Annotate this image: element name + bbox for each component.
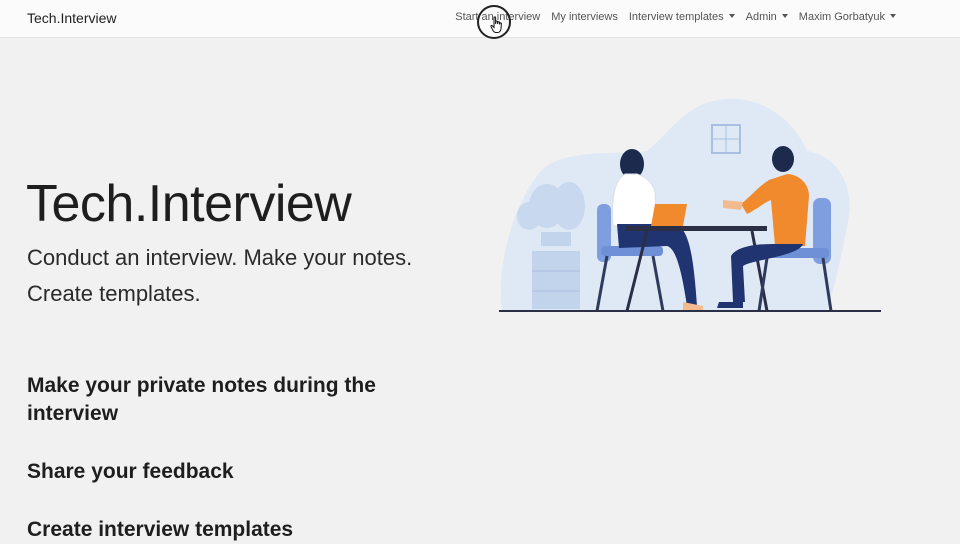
nav-links: Start an interview My interviews Intervi… — [455, 11, 896, 23]
brand-link[interactable]: Tech.Interview — [27, 10, 116, 26]
nav-admin-dropdown[interactable]: Admin — [746, 11, 788, 23]
hero-title: Tech.Interview — [26, 175, 352, 233]
nav-my-interviews[interactable]: My interviews — [551, 11, 618, 23]
interview-illustration — [499, 98, 881, 312]
nav-start-interview-label: Start an interview — [455, 11, 541, 23]
nav-start-interview[interactable]: Start an interview — [455, 11, 540, 23]
hero-lead: Conduct an interview. Make your notes. C… — [27, 245, 413, 306]
chevron-down-icon — [728, 14, 735, 18]
top-navbar: Tech.Interview Start an interview My int… — [0, 0, 960, 38]
feature-private-notes: Make your private notes during the inter… — [27, 374, 376, 425]
feature-share-feedback: Share your feedback — [27, 460, 234, 483]
nav-interview-templates-label: Interview templates — [628, 11, 724, 23]
nav-interview-templates-dropdown[interactable]: Interview templates — [629, 11, 735, 23]
chevron-down-icon — [781, 14, 788, 18]
nav-my-interviews-label: My interviews — [551, 11, 618, 23]
nav-user-label: Maxim Gorbatyuk — [798, 11, 885, 23]
nav-admin-label: Admin — [745, 11, 777, 23]
chevron-down-icon — [890, 14, 896, 18]
nav-user-dropdown[interactable]: Maxim Gorbatyuk — [799, 11, 896, 23]
